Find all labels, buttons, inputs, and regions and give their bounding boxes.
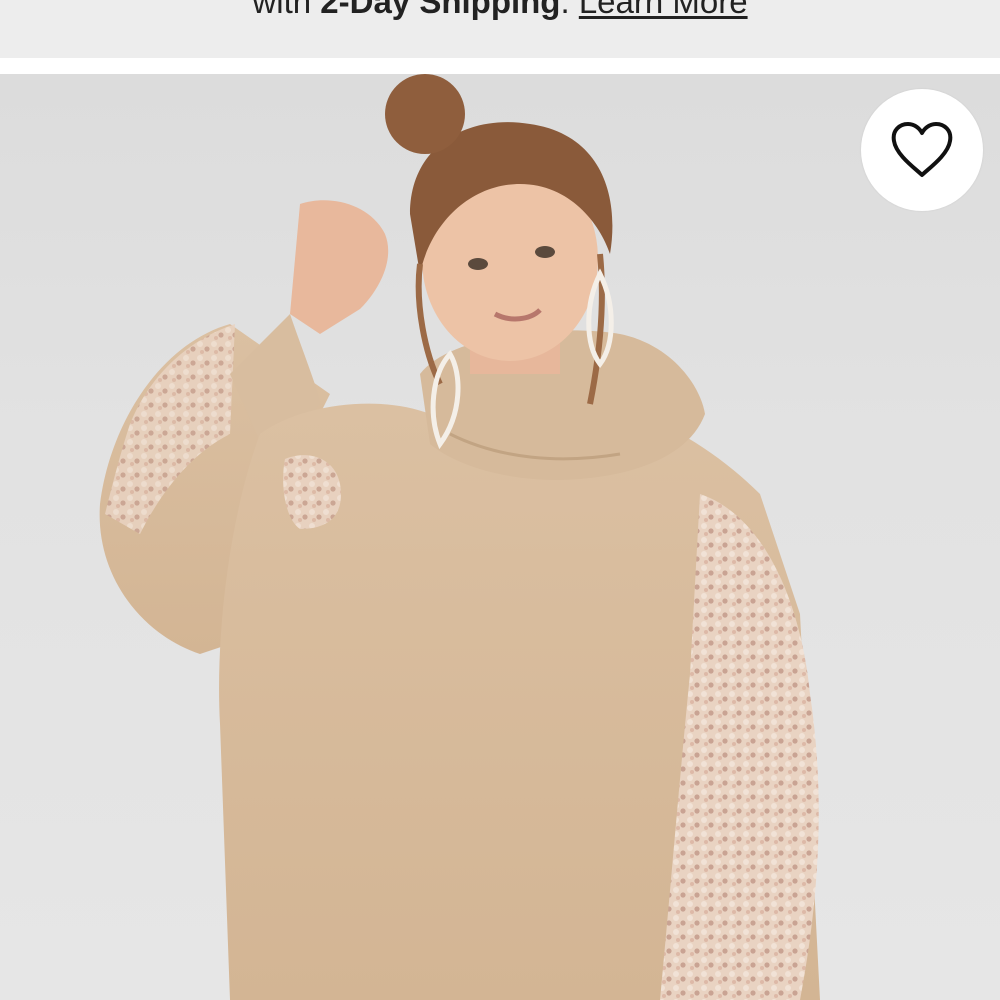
product-image[interactable] (0, 74, 1000, 1000)
favorite-button[interactable] (861, 89, 983, 211)
product-photo (99, 74, 821, 1000)
promo-banner-text: with 2-Day Shipping. Learn More (0, 0, 1000, 22)
banner-spacer (0, 58, 1000, 74)
promo-text-prefix: with (252, 0, 321, 20)
promo-text-suffix: . (560, 0, 579, 20)
promo-banner: with 2-Day Shipping. Learn More (0, 0, 1000, 58)
promo-text-bold: 2-Day Shipping (320, 0, 561, 20)
heart-outline-icon (891, 122, 953, 177)
learn-more-link[interactable]: Learn More (579, 0, 748, 20)
